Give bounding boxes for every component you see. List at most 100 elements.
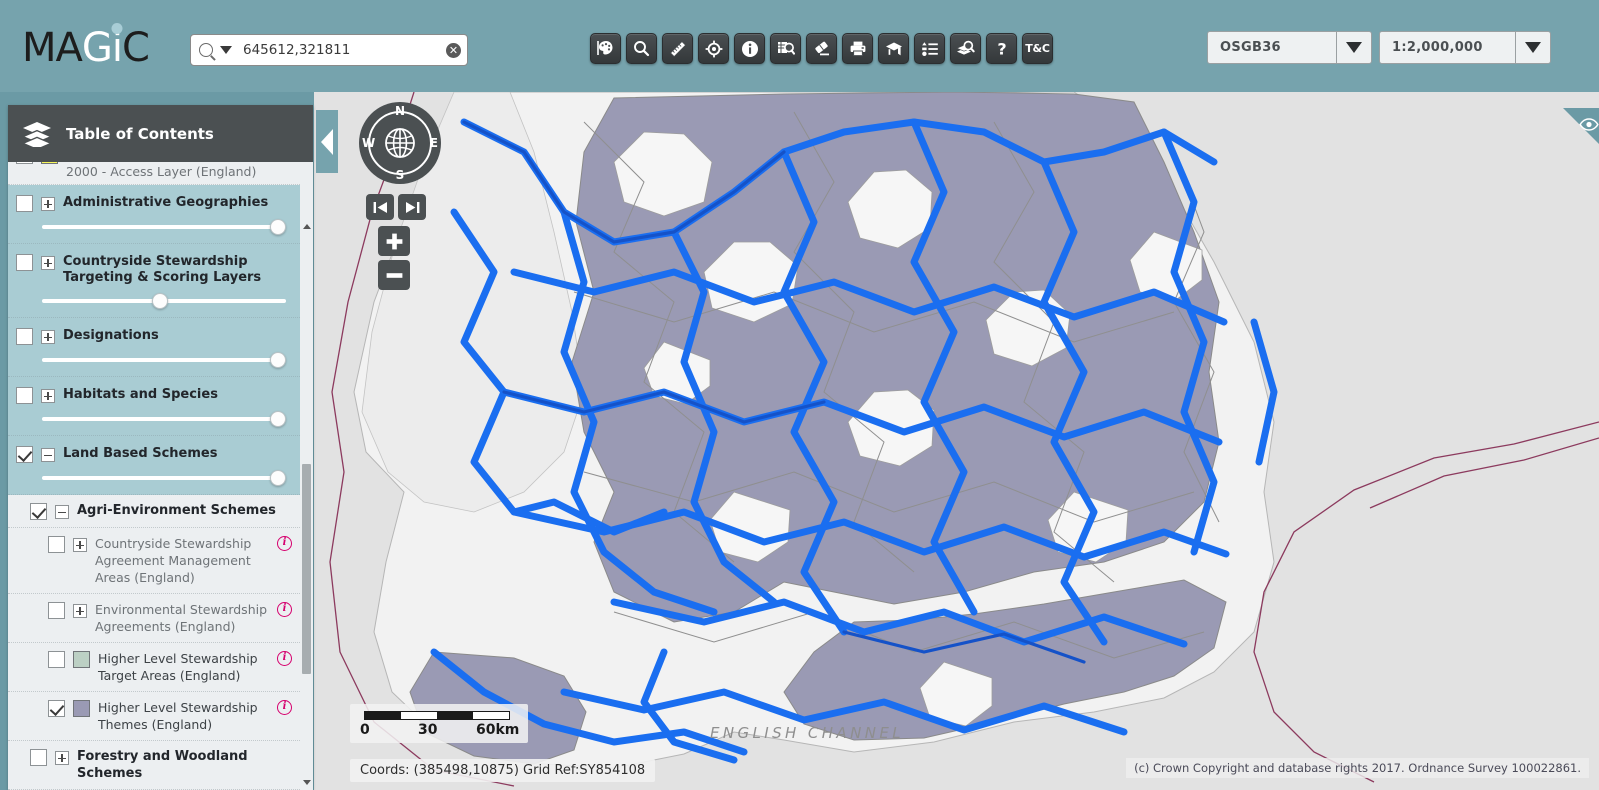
search-clear-button[interactable]: ✕	[446, 42, 461, 58]
opacity-slider-administrative-geographies[interactable]	[42, 219, 286, 235]
toc-item-forestry-and-woodland-schemes[interactable]: Forestry and Woodland Schemes	[8, 741, 300, 790]
map-viewport[interactable]: ENGLISH CHANNEL N S W E 0 30 60km Coords…	[314, 92, 1599, 790]
search-icon[interactable]	[626, 33, 657, 64]
layers-icon	[22, 121, 52, 147]
terms-conditions-icon[interactable]: T&C	[1022, 33, 1053, 64]
info-icon-environmental-stewardship-agreements[interactable]: i	[277, 602, 292, 617]
chevron-left-icon	[321, 128, 333, 155]
collapse-land-based-schemes-icon[interactable]	[41, 448, 55, 462]
scale-label-max: 60km	[476, 722, 520, 738]
info-icon-hls-themes[interactable]: i	[277, 700, 292, 715]
toc-item-hls-themes[interactable]: Higher Level Stewardship Themes (England…	[8, 692, 300, 741]
checkbox-hls-target-areas[interactable]	[48, 651, 65, 668]
zoom-in-button[interactable]	[378, 226, 410, 256]
info-icon[interactable]	[734, 33, 765, 64]
zoom-out-button[interactable]	[378, 260, 410, 290]
visibility-toggle-tab[interactable]	[1563, 108, 1599, 144]
checkbox-crow-access-layer[interactable]	[16, 162, 33, 164]
toc-group-countryside-stewardship-targeting[interactable]: Countryside Stewardship Targeting & Scor…	[8, 244, 300, 318]
scale-bar-graphic	[364, 711, 510, 720]
toc-body[interactable]: Countryside and Rights of Way Act 2000 -…	[8, 162, 313, 790]
next-extent-icon	[405, 201, 419, 213]
toc-item-label-hls-target-areas: Higher Level Stewardship Target Areas (E…	[98, 651, 258, 683]
opacity-slider-habitats-and-species[interactable]	[42, 411, 286, 427]
expand-administrative-geographies-icon[interactable]	[41, 197, 55, 211]
map-render-surface	[314, 92, 1599, 790]
expand-cs-agreement-management-areas-icon[interactable]	[73, 538, 87, 552]
table-of-contents-panel: Table of Contents Countryside and Rights…	[8, 105, 313, 790]
toc-scroll-content: Countryside and Rights of Way Act 2000 -…	[8, 162, 300, 790]
info-icon-cs-agreement-management-areas[interactable]: i	[277, 536, 292, 551]
info-icon-hls-target-areas[interactable]: i	[277, 651, 292, 666]
scale-select[interactable]: 1:2,000,000	[1379, 31, 1551, 64]
toc-item-agri-environment-schemes[interactable]: Agri-Environment Schemes	[8, 495, 300, 528]
checkbox-forestry-and-woodland-schemes[interactable]	[30, 749, 47, 766]
expand-habitats-and-species-icon[interactable]	[41, 389, 55, 403]
logo-g: G	[81, 25, 113, 71]
checkbox-agri-environment-schemes[interactable]	[30, 503, 47, 520]
scroll-down-arrow-icon[interactable]	[300, 775, 313, 790]
target-locate-icon[interactable]	[698, 33, 729, 64]
toc-group-designations[interactable]: Designations	[8, 318, 300, 377]
toc-item-label-hls-themes: Higher Level Stewardship Themes (England…	[98, 700, 258, 732]
scale-bar: 0 30 60km	[350, 704, 528, 743]
checkbox-land-based-schemes[interactable]	[16, 446, 33, 463]
opacity-slider-designations[interactable]	[42, 352, 286, 368]
checkbox-countryside-stewardship-targeting[interactable]	[16, 254, 33, 271]
logo-i-wrap: i	[111, 23, 123, 71]
compass-control[interactable]: N S W E	[359, 102, 441, 184]
toc-collapse-button[interactable]	[316, 110, 338, 173]
toc-item-environmental-stewardship-agreements[interactable]: Environmental Stewardship Agreements (En…	[8, 594, 300, 643]
printer-icon[interactable]	[842, 33, 873, 64]
toc-group-label-habitats-and-species: Habitats and Species	[63, 387, 218, 402]
toc-item-crow-access-layer[interactable]: Countryside and Rights of Way Act 2000 -…	[8, 162, 300, 185]
projection-select[interactable]: OSGB36	[1207, 31, 1372, 64]
checkbox-habitats-and-species[interactable]	[16, 387, 33, 404]
toc-scrollbar[interactable]	[300, 219, 313, 790]
eraser-icon[interactable]	[806, 33, 837, 64]
toc-group-habitats-and-species[interactable]: Habitats and Species	[8, 377, 300, 436]
projection-chevron-down-icon[interactable]	[1336, 32, 1371, 63]
opacity-slider-land-based-schemes[interactable]	[42, 470, 286, 486]
checkbox-administrative-geographies[interactable]	[16, 195, 33, 212]
toc-item-cs-agreement-management-areas[interactable]: Countryside Stewardship Agreement Manage…	[8, 528, 300, 594]
minus-icon	[386, 272, 402, 278]
ruler-measure-icon[interactable]	[662, 33, 693, 64]
scroll-up-arrow-icon[interactable]	[300, 219, 313, 234]
toc-group-label-administrative-geographies: Administrative Geographies	[63, 195, 269, 210]
help-question-icon[interactable]: ?	[986, 33, 1017, 64]
collapse-agri-environment-schemes-icon[interactable]	[55, 505, 69, 519]
annotate-icon[interactable]	[878, 33, 909, 64]
swatch-crow-access-layer	[41, 162, 58, 164]
toc-item-label-crow-access-layer: Countryside and Rights of Way Act 2000 -…	[66, 164, 257, 179]
layer-search-icon[interactable]	[950, 33, 981, 64]
scale-label-mid: 30	[418, 722, 438, 738]
compass-south-label: S	[395, 168, 405, 182]
toc-item-label-forestry-and-woodland-schemes: Forestry and Woodland Schemes	[77, 749, 248, 781]
table-search-icon[interactable]	[770, 33, 801, 64]
search-box[interactable]: 645612,321811 ✕	[190, 34, 468, 66]
toc-group-administrative-geographies[interactable]: Administrative Geographies	[8, 185, 300, 244]
scrollbar-thumb[interactable]	[302, 464, 311, 674]
compass-west-label: W	[362, 136, 376, 150]
toc-group-land-based-schemes[interactable]: Land Based Schemes	[8, 436, 300, 495]
checkbox-hls-themes[interactable]	[48, 700, 65, 717]
legend-list-icon[interactable]	[914, 33, 945, 64]
opacity-slider-countryside-stewardship-targeting[interactable]	[42, 293, 286, 309]
scale-chevron-down-icon[interactable]	[1515, 32, 1550, 63]
basemap-palette-icon[interactable]	[590, 33, 621, 64]
expand-environmental-stewardship-agreements-icon[interactable]	[73, 604, 87, 618]
checkbox-environmental-stewardship-agreements[interactable]	[48, 602, 65, 619]
logo-dot-icon	[111, 23, 123, 34]
next-extent-button[interactable]	[398, 194, 426, 220]
previous-extent-button[interactable]	[366, 194, 394, 220]
search-input[interactable]: 645612,321811	[243, 42, 446, 58]
expand-forestry-and-woodland-schemes-icon[interactable]	[55, 751, 69, 765]
toc-item-hls-target-areas[interactable]: Higher Level Stewardship Target Areas (E…	[8, 643, 300, 692]
magic-logo: MA Gi C	[22, 23, 150, 71]
checkbox-cs-agreement-management-areas[interactable]	[48, 536, 65, 553]
checkbox-designations[interactable]	[16, 328, 33, 345]
expand-countryside-stewardship-targeting-icon[interactable]	[41, 256, 55, 270]
expand-designations-icon[interactable]	[41, 330, 55, 344]
search-type-chevron-down-icon[interactable]	[220, 46, 232, 54]
